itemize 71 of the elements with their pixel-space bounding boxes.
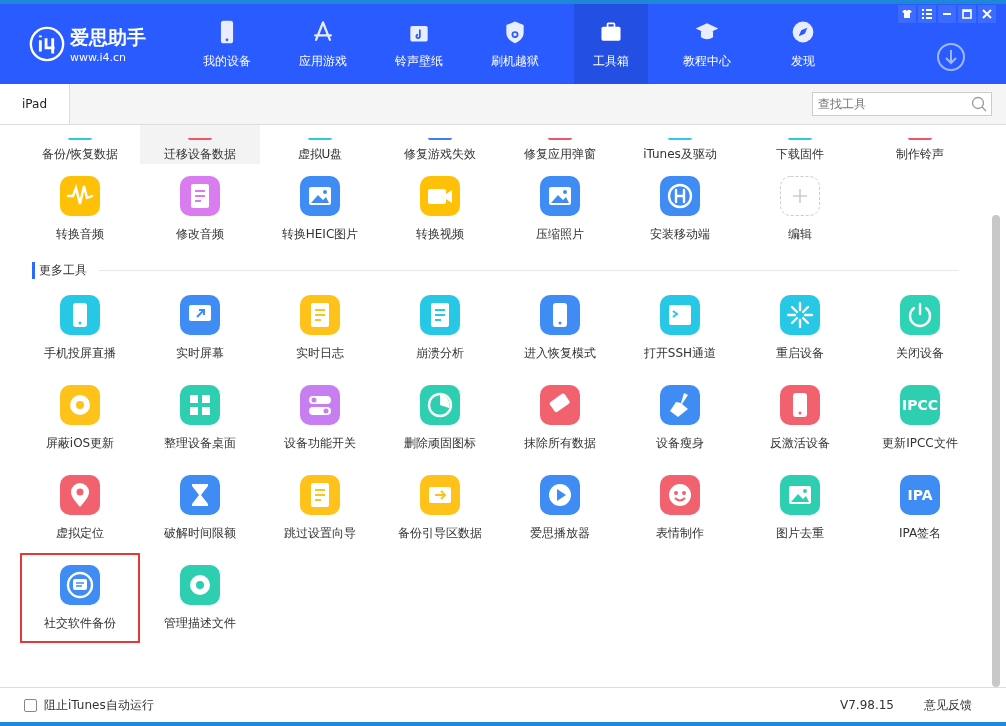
- tool-item[interactable]: 设备瘦身: [620, 373, 740, 463]
- tool-item[interactable]: iTunes及驱动: [620, 125, 740, 164]
- app-name: 爱思助手: [70, 24, 146, 50]
- tool-item[interactable]: 备份引导区数据: [380, 463, 500, 553]
- tool-item[interactable]: 压缩照片: [500, 164, 620, 254]
- tool-item[interactable]: IPCC 更新IPCC文件: [860, 373, 980, 463]
- tool-item[interactable]: 制作铃声: [860, 125, 980, 164]
- tool-item[interactable]: 打开SSH通道: [620, 283, 740, 373]
- tool-item[interactable]: 设备功能开关: [260, 373, 380, 463]
- tool-item[interactable]: 实时屏幕: [140, 283, 260, 373]
- tool-item[interactable]: 社交软件备份: [20, 553, 140, 643]
- nav-tab[interactable]: 我的设备: [190, 4, 264, 84]
- tool-item[interactable]: 管理描述文件: [140, 553, 260, 643]
- add-icon: [780, 175, 820, 216]
- feedback-link[interactable]: 意见反馈: [924, 696, 972, 714]
- logo-icon: [28, 25, 66, 63]
- nav-tab[interactable]: 发现: [766, 4, 840, 84]
- download-icon[interactable]: [936, 42, 966, 72]
- tool-item[interactable]: 进入恢复模式: [500, 283, 620, 373]
- tool-item[interactable]: 整理设备桌面: [140, 373, 260, 463]
- tool-item[interactable]: 表情制作: [620, 463, 740, 553]
- tool-item[interactable]: 跳过设置向导: [260, 463, 380, 553]
- version-text: V7.98.15: [840, 698, 894, 712]
- tool-item[interactable]: 修改音频: [140, 164, 260, 254]
- tool-item[interactable]: 崩溃分析: [380, 283, 500, 373]
- tool-item[interactable]: 破解时间限额: [140, 463, 260, 553]
- nav-tab[interactable]: 教程中心: [670, 4, 744, 84]
- device-tab[interactable]: iPad: [0, 84, 70, 124]
- tool-item[interactable]: 虚拟U盘: [260, 125, 380, 164]
- search-icon[interactable]: [971, 96, 987, 112]
- tool-item[interactable]: 修复应用弹窗: [500, 125, 620, 164]
- app-icon: IPA: [900, 474, 940, 515]
- maximize-icon: [961, 8, 973, 20]
- tool-item[interactable]: 重启设备: [740, 283, 860, 373]
- tool-item[interactable]: 下载固件: [740, 125, 860, 164]
- tool-item[interactable]: 抹除所有数据: [500, 373, 620, 463]
- tool-item[interactable]: 手机投屏直播: [20, 283, 140, 373]
- nav-tab[interactable]: 铃声壁纸: [382, 4, 456, 84]
- menu-button[interactable]: [918, 5, 936, 23]
- nav-tab[interactable]: 工具箱: [574, 4, 648, 84]
- tool-item[interactable]: 转换视频: [380, 164, 500, 254]
- tool-item[interactable]: 删除顽固图标: [380, 373, 500, 463]
- minimize-button[interactable]: [938, 5, 956, 23]
- tool-item[interactable]: 编辑: [740, 164, 860, 254]
- itunes-checkbox[interactable]: 阻止iTunes自动运行: [24, 696, 154, 714]
- close-button[interactable]: [978, 5, 996, 23]
- search-field[interactable]: 查找工具: [812, 92, 992, 116]
- tool-item[interactable]: 爱思播放器: [500, 463, 620, 553]
- tool-item[interactable]: 关闭设备: [860, 283, 980, 373]
- tool-item[interactable]: 实时日志: [260, 283, 380, 373]
- tool-item[interactable]: 反激活设备: [740, 373, 860, 463]
- maximize-button[interactable]: [958, 5, 976, 23]
- nav-tab[interactable]: 刷机越狱: [478, 4, 552, 84]
- tool-item[interactable]: 屏蔽iOS更新: [20, 373, 140, 463]
- tool-item[interactable]: 转换音频: [20, 164, 140, 254]
- section-title: 更多工具: [39, 262, 87, 279]
- app-icon: IPCC: [900, 384, 940, 425]
- tool-item[interactable]: 图片去重: [740, 463, 860, 553]
- close-icon: [981, 8, 993, 20]
- tool-item[interactable]: 备份/恢复数据: [20, 125, 140, 164]
- shirt-icon: [901, 8, 913, 20]
- tool-item[interactable]: IPA IPA签名: [860, 463, 980, 553]
- tool-item[interactable]: 安装移动端: [620, 164, 740, 254]
- menu-icon: [921, 8, 933, 20]
- nav-tab[interactable]: 应用游戏: [286, 4, 360, 84]
- tool-item[interactable]: 修复游戏失效: [380, 125, 500, 164]
- tool-item[interactable]: 迁移设备数据: [140, 125, 260, 164]
- tool-item[interactable]: 转换HEIC图片: [260, 164, 380, 254]
- tool-item[interactable]: 虚拟定位: [20, 463, 140, 553]
- app-url: www.i4.cn: [70, 50, 128, 64]
- skin-button[interactable]: [898, 5, 916, 23]
